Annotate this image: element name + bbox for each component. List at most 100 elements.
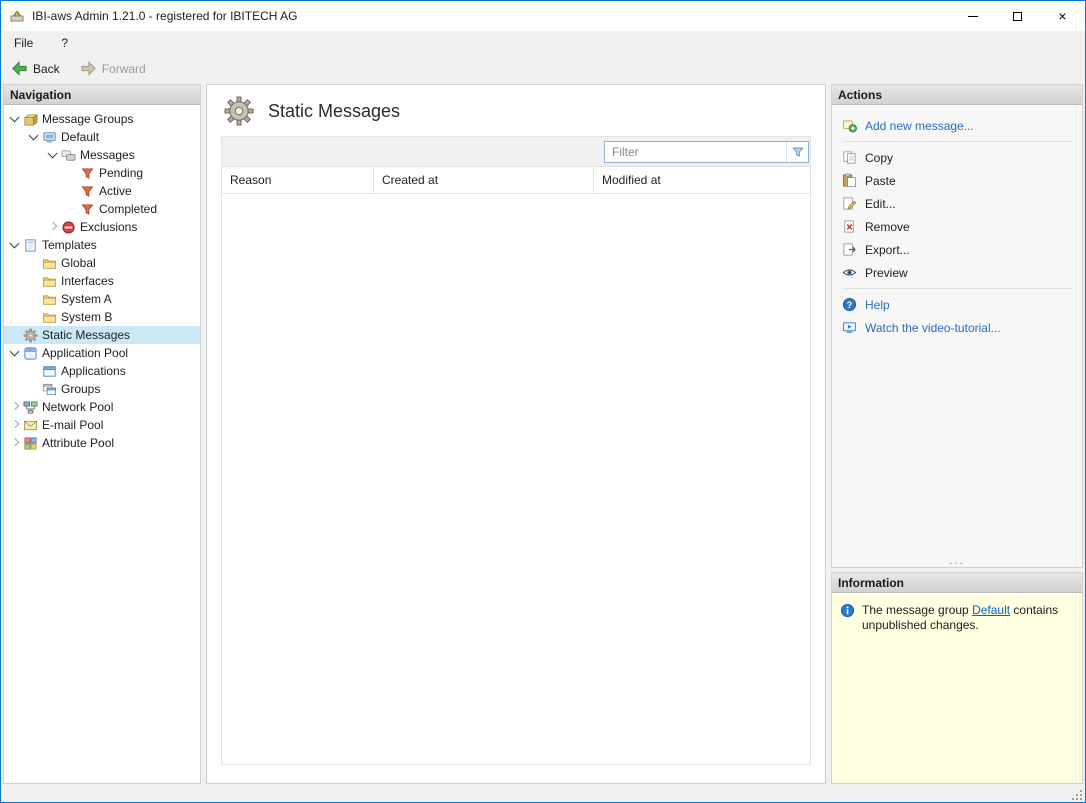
tree-item-label: Active [99, 184, 136, 198]
chevron-down-icon[interactable] [27, 130, 41, 144]
svg-text:?: ? [847, 300, 852, 310]
tree-item-network-pool[interactable]: Network Pool [4, 398, 200, 416]
tree-spacer [27, 310, 41, 324]
info-text-before: The message group [862, 603, 972, 617]
static-messages-icon [23, 328, 38, 343]
chevron-down-icon[interactable] [8, 346, 22, 360]
tree-item-label: System B [61, 310, 116, 324]
info-icon [840, 603, 855, 618]
templates-icon [23, 238, 38, 253]
action-label: Preview [865, 266, 908, 280]
minimize-button[interactable] [950, 1, 995, 31]
window-controls: × [950, 1, 1085, 31]
tree-item-label: Messages [80, 148, 139, 162]
maximize-button[interactable] [995, 1, 1040, 31]
tree-item-completed[interactable]: Completed [4, 200, 200, 218]
tree-indent [4, 281, 27, 282]
tree-spacer [27, 274, 41, 288]
actions-panel: Actions Add new message... CopyPaste Edit.… [831, 84, 1083, 568]
action-label: Remove [865, 220, 910, 234]
default-group-link[interactable]: Default [972, 603, 1010, 617]
folder-icon [42, 310, 57, 325]
tree-indent [4, 173, 65, 174]
forward-arrow-icon [80, 60, 97, 77]
tree-item-system-a[interactable]: System A [4, 290, 200, 308]
content-area: Navigation Message GroupsDefaultMessages… [1, 82, 1085, 785]
maximize-icon [1013, 12, 1022, 21]
tree-item-exclusions[interactable]: Exclusions [4, 218, 200, 236]
tree-item-templates[interactable]: Templates [4, 236, 200, 254]
chevron-right-icon[interactable] [8, 436, 22, 450]
menu-bar: File ? [1, 31, 1085, 55]
action-remove[interactable]: Remove [842, 215, 1072, 238]
column-header-reason[interactable]: Reason [222, 167, 374, 193]
chevron-down-icon[interactable] [46, 148, 60, 162]
close-button[interactable]: × [1040, 1, 1085, 31]
funnel-icon [80, 166, 95, 181]
action-label: Watch the video-tutorial... [865, 321, 1001, 335]
tree-indent [4, 371, 27, 372]
app-icon [9, 8, 25, 24]
tree-indent [4, 137, 27, 138]
action-edit[interactable]: Edit... [842, 192, 1072, 215]
tree-item-label: Global [61, 256, 100, 270]
message-groups-icon [23, 112, 38, 127]
tree-item-attribute-pool[interactable]: Attribute Pool [4, 434, 200, 452]
action-watch-the-video-tutorial[interactable]: Watch the video-tutorial... [842, 316, 1072, 339]
forward-button[interactable]: Forward [74, 58, 152, 79]
column-header-modified-at[interactable]: Modified at [594, 167, 810, 193]
information-panel: Information The message group Default co… [831, 572, 1083, 784]
navigation-panel: Navigation Message GroupsDefaultMessages… [3, 84, 201, 784]
back-button[interactable]: Back [5, 58, 66, 79]
back-arrow-icon [11, 60, 28, 77]
remove-icon [842, 219, 857, 234]
menu-file[interactable]: File [11, 34, 36, 52]
tree-item-label: Groups [61, 382, 104, 396]
attribute-pool-icon [23, 436, 38, 451]
menu-help[interactable]: ? [58, 34, 71, 52]
tree-item-default[interactable]: Default [4, 128, 200, 146]
resize-grip[interactable] [1071, 789, 1083, 801]
tree-item-system-b[interactable]: System B [4, 308, 200, 326]
information-header: Information [832, 573, 1082, 593]
column-header-created-at[interactable]: Created at [374, 167, 594, 193]
action-copy[interactable]: Copy [842, 146, 1072, 169]
action-label: Edit... [865, 197, 896, 211]
tree-spacer [65, 184, 79, 198]
chevron-down-icon[interactable] [8, 238, 22, 252]
static-messages-gear-icon [223, 95, 255, 127]
copy-icon [842, 150, 857, 165]
tree-item-static-messages[interactable]: Static Messages [4, 326, 200, 344]
information-text: The message group Default contains unpub… [862, 603, 1074, 633]
action-preview[interactable]: Preview [842, 261, 1072, 284]
tree-spacer [65, 166, 79, 180]
tree-item-messages[interactable]: Messages [4, 146, 200, 164]
tree-item-groups[interactable]: Groups [4, 380, 200, 398]
tree-item-label: Default [61, 130, 103, 144]
action-export[interactable]: Export... [842, 238, 1072, 261]
chevron-right-icon[interactable] [8, 400, 22, 414]
chevron-right-icon[interactable] [46, 220, 60, 234]
tree-spacer [27, 364, 41, 378]
action-paste[interactable]: Paste [842, 169, 1072, 192]
chevron-right-icon[interactable] [8, 418, 22, 432]
filter-funnel-button[interactable] [786, 142, 808, 162]
tree-item-message-groups[interactable]: Message Groups [4, 110, 200, 128]
tree-item-global[interactable]: Global [4, 254, 200, 272]
action-add-new-message[interactable]: Add new message... [842, 114, 1072, 137]
action-help[interactable]: ?Help [842, 293, 1072, 316]
tree-item-pending[interactable]: Pending [4, 164, 200, 182]
tree-item-application-pool[interactable]: Application Pool [4, 344, 200, 362]
tree-item-active[interactable]: Active [4, 182, 200, 200]
actions-overflow-indicator[interactable]: ... [832, 557, 1082, 567]
tree-item-e-mail-pool[interactable]: E-mail Pool [4, 416, 200, 434]
tree-item-label: Applications [61, 364, 130, 378]
action-label: Add new message... [865, 119, 974, 133]
tree-item-applications[interactable]: Applications [4, 362, 200, 380]
tree-item-label: Interfaces [61, 274, 118, 288]
table-body [222, 194, 810, 764]
actions-header: Actions [832, 85, 1082, 105]
filter-input[interactable] [605, 142, 786, 162]
chevron-down-icon[interactable] [8, 112, 22, 126]
tree-item-interfaces[interactable]: Interfaces [4, 272, 200, 290]
